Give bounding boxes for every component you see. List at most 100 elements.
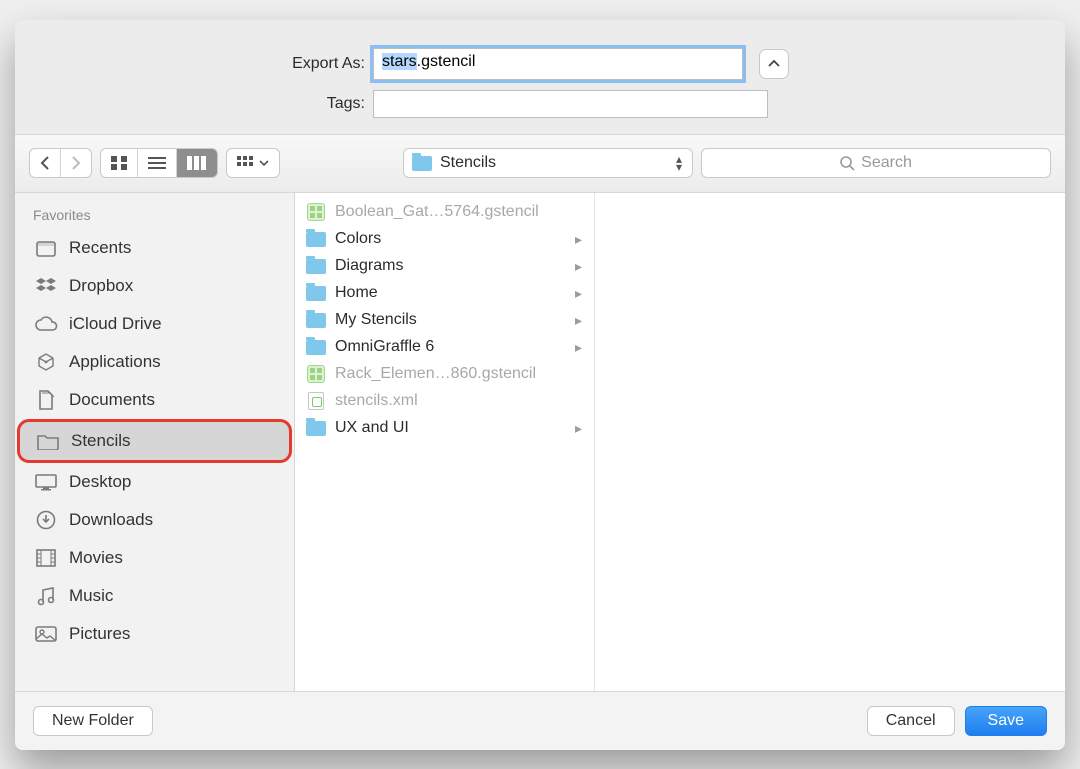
toolbar: Stencils ▴▾ Search — [15, 135, 1065, 193]
file-row[interactable]: Colors ▸ — [295, 226, 594, 253]
file-row-label: My Stencils — [335, 311, 417, 329]
save-dialog: Export As: stars.gstencil Tags: — [15, 20, 1065, 750]
current-folder-label: Stencils — [440, 154, 496, 172]
folder-icon — [306, 421, 326, 436]
cloud-icon — [33, 313, 59, 335]
back-button[interactable] — [30, 149, 61, 177]
icon-view-button[interactable] — [101, 149, 138, 177]
dialog-footer: New Folder Cancel Save — [15, 692, 1065, 750]
folder-icon — [412, 156, 432, 171]
chevron-right-icon: ▸ — [575, 312, 582, 329]
dropbox-icon — [33, 275, 59, 297]
search-icon — [840, 156, 855, 171]
chevron-right-icon: ▸ — [575, 231, 582, 248]
sidebar-item-desktop[interactable]: Desktop — [15, 463, 294, 501]
tags-label: Tags: — [55, 95, 365, 113]
file-row[interactable]: stencils.xml — [295, 388, 594, 415]
sidebar-item-movies[interactable]: Movies — [15, 539, 294, 577]
column-view-button[interactable] — [177, 149, 217, 177]
grid-icon — [111, 156, 127, 170]
forward-button[interactable] — [61, 149, 91, 177]
movies-icon — [33, 547, 59, 569]
folder-icon — [306, 286, 326, 301]
file-row[interactable]: Boolean_Gat…5764.gstencil — [295, 199, 594, 226]
file-row-label: Rack_Elemen…860.gstencil — [335, 365, 536, 383]
file-row-label: Home — [335, 284, 378, 302]
folder-icon — [306, 340, 326, 355]
sidebar-item-label: Music — [69, 586, 113, 606]
gstencil-icon — [307, 365, 325, 383]
sidebar-item-applications[interactable]: Applications — [15, 343, 294, 381]
chevron-right-icon: ▸ — [575, 285, 582, 302]
columns-icon — [187, 156, 207, 170]
current-folder-popup[interactable]: Stencils ▴▾ — [403, 148, 693, 178]
chevron-right-icon: ▸ — [575, 420, 582, 437]
file-row-label: stencils.xml — [335, 392, 418, 410]
save-button[interactable]: Save — [965, 706, 1047, 736]
xml-icon — [308, 392, 324, 410]
file-row[interactable]: Rack_Elemen…860.gstencil — [295, 361, 594, 388]
sidebar-item-label: Applications — [69, 352, 161, 372]
save-label: Save — [988, 712, 1024, 730]
chevron-down-icon — [259, 160, 269, 166]
documents-icon — [33, 389, 59, 411]
cancel-button[interactable]: Cancel — [867, 706, 955, 736]
chevron-right-icon: ▸ — [575, 258, 582, 275]
folder-icon — [35, 430, 61, 452]
file-row[interactable]: OmniGraffle 6 ▸ — [295, 334, 594, 361]
file-row-label: Colors — [335, 230, 381, 248]
new-folder-label: New Folder — [52, 712, 134, 730]
music-icon — [33, 585, 59, 607]
expand-toggle-button[interactable] — [759, 49, 789, 79]
new-folder-button[interactable]: New Folder — [33, 706, 153, 736]
sidebar: Favorites RecentsDropboxiCloud Drive Appl… — [15, 193, 295, 691]
filename-input[interactable]: stars.gstencil — [373, 48, 743, 80]
sidebar-item-label: Documents — [69, 390, 155, 410]
preview-column — [595, 193, 1065, 691]
file-row[interactable]: Home ▸ — [295, 280, 594, 307]
sidebar-item-stencils[interactable]: Stencils — [17, 419, 292, 463]
file-row-label: Boolean_Gat…5764.gstencil — [335, 203, 539, 221]
sidebar-item-icloud-drive[interactable]: iCloud Drive — [15, 305, 294, 343]
file-column: Boolean_Gat…5764.gstencilColors▸Diagrams… — [295, 193, 595, 691]
downloads-icon — [33, 509, 59, 531]
sidebar-item-recents[interactable]: Recents — [15, 229, 294, 267]
sidebar-item-pictures[interactable]: Pictures — [15, 615, 294, 653]
group-grid-icon — [237, 156, 255, 170]
file-row-label: Diagrams — [335, 257, 403, 275]
file-row[interactable]: My Stencils ▸ — [295, 307, 594, 334]
chevron-right-icon: ▸ — [575, 339, 582, 356]
export-as-row: Export As: stars.gstencil — [55, 48, 1025, 80]
chevron-left-icon — [40, 156, 50, 170]
sidebar-item-dropbox[interactable]: Dropbox — [15, 267, 294, 305]
filename-rest-text: .gstencil — [417, 53, 476, 70]
chevron-up-icon — [768, 60, 780, 68]
list-view-button[interactable] — [138, 149, 177, 177]
list-icon — [148, 156, 166, 170]
sidebar-item-downloads[interactable]: Downloads — [15, 501, 294, 539]
sidebar-item-documents[interactable]: Documents — [15, 381, 294, 419]
tags-row: Tags: — [55, 90, 1025, 118]
folder-icon — [306, 259, 326, 274]
sidebar-item-label: Downloads — [69, 510, 153, 530]
file-row-label: UX and UI — [335, 419, 409, 437]
file-row[interactable]: Diagrams ▸ — [295, 253, 594, 280]
folder-icon — [306, 313, 326, 328]
search-input[interactable]: Search — [701, 148, 1051, 178]
chevron-right-icon — [71, 156, 81, 170]
dialog-header: Export As: stars.gstencil Tags: — [15, 20, 1065, 135]
sidebar-item-label: Movies — [69, 548, 123, 568]
file-row[interactable]: UX and UI ▸ — [295, 415, 594, 442]
gstencil-icon — [307, 203, 325, 221]
folder-icon — [306, 232, 326, 247]
nav-buttons — [29, 148, 92, 178]
cancel-label: Cancel — [886, 712, 936, 730]
file-row-label: OmniGraffle 6 — [335, 338, 434, 356]
filename-selected-text: stars — [382, 53, 417, 70]
sidebar-heading: Favorites — [15, 203, 294, 229]
tags-input[interactable] — [373, 90, 768, 118]
view-mode-buttons — [100, 148, 218, 178]
sidebar-item-music[interactable]: Music — [15, 577, 294, 615]
group-by-button[interactable] — [226, 148, 280, 178]
stepper-arrows-icon: ▴▾ — [676, 155, 682, 171]
